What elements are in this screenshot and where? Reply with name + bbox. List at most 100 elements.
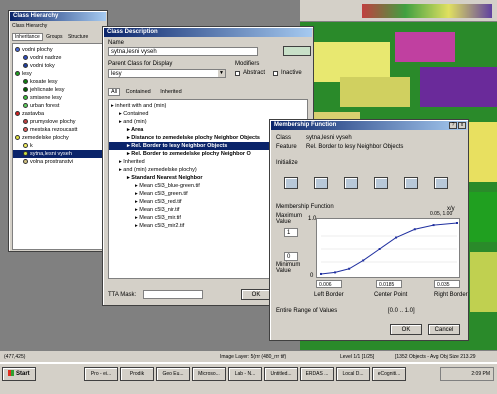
- tab-all[interactable]: All: [108, 88, 121, 96]
- abstract-checkbox[interactable]: [235, 71, 240, 76]
- taskbar-task[interactable]: Lab - N...: [228, 367, 262, 381]
- membership-ok-button[interactable]: OK: [390, 324, 422, 335]
- hierarchy-item-label: zemedelske plochy: [22, 135, 69, 141]
- curve-point[interactable]: [320, 272, 322, 275]
- membership-curve: [320, 222, 458, 275]
- taskbar-task[interactable]: Geo Eu...: [156, 367, 190, 381]
- right-border-field[interactable]: 0.035: [434, 280, 460, 288]
- taskbar-task[interactable]: Microso...: [192, 367, 226, 381]
- tab-inherited[interactable]: Inherited: [156, 89, 185, 95]
- curve-point[interactable]: [362, 259, 365, 262]
- ok-button[interactable]: OK: [241, 289, 271, 300]
- center-point-field[interactable]: 0.0185: [376, 280, 402, 288]
- hierarchy-tree[interactable]: vodni plochy vodni nadrze vodni toky lesy ko…: [12, 43, 106, 250]
- class-description-title: Class Description: [104, 28, 312, 37]
- curve-point[interactable]: [413, 228, 416, 231]
- taskbar-task[interactable]: eCogniti...: [372, 367, 406, 381]
- parent-class-select[interactable]: lesy: [108, 69, 226, 78]
- taskbar-task[interactable]: Local D...: [336, 367, 370, 381]
- description-tabs: All Contained Inherited: [108, 87, 298, 97]
- parent-class-label: Parent Class for Display: [108, 61, 173, 67]
- taskbar-task[interactable]: Untitled...: [264, 367, 298, 381]
- hierarchy-item[interactable]: kosate lesy: [13, 78, 105, 86]
- curve-point[interactable]: [395, 236, 398, 239]
- tta-mask-select[interactable]: [143, 290, 203, 299]
- hierarchy-item[interactable]: prumyslove plochy: [13, 118, 105, 126]
- hierarchy-item[interactable]: vodni plochy: [13, 46, 105, 54]
- initialize-label: Initialize: [276, 160, 298, 166]
- class-hierarchy-title: Class Hierarchy: [10, 12, 106, 21]
- y-axis-bottom-label: 0: [310, 273, 314, 279]
- close-icon[interactable]: x: [458, 122, 466, 129]
- class-color-icon: [15, 135, 20, 141]
- taskbar: Start Pro - ei... Prodik Geo Eu... Microso.…: [0, 362, 497, 394]
- feature-tree-label: inherit with and (min): [115, 103, 167, 109]
- left-border-field[interactable]: 0.006: [316, 280, 342, 288]
- abstract-label: Abstract: [243, 70, 266, 76]
- help-icon[interactable]: ?: [449, 122, 457, 129]
- thumbnail-strip[interactable]: [362, 4, 492, 18]
- point-label: 0.05, 1.00: [430, 211, 453, 217]
- feature-tree-item[interactable]: ▸ Contained: [109, 110, 307, 118]
- class-color-icon: [15, 71, 20, 77]
- init-shape-4-button[interactable]: [374, 177, 388, 189]
- inactive-checkbox[interactable]: [273, 71, 278, 76]
- hierarchy-item-label: volna prostranstvi: [30, 159, 74, 165]
- tab-inheritance[interactable]: Inheritance: [12, 33, 43, 41]
- init-shape-5-button[interactable]: [404, 177, 418, 189]
- curve-point[interactable]: [348, 267, 351, 270]
- start-label: Start: [16, 371, 30, 377]
- status-bar: (477,425) Image Layer: 5(rrr (480_rrr ti…: [0, 350, 497, 362]
- init-shape-2-button[interactable]: [314, 177, 328, 189]
- start-button[interactable]: Start: [2, 367, 36, 381]
- taskbar-task[interactable]: Pro - ei...: [84, 367, 118, 381]
- curve-point[interactable]: [456, 222, 458, 224]
- class-color-icon: [23, 151, 28, 157]
- membership-cancel-button[interactable]: Cancel: [428, 324, 460, 335]
- membership-chart[interactable]: [316, 218, 460, 278]
- range-label: Entire Range of Values: [276, 308, 338, 314]
- class-hierarchy-window: Class Hierarchy Class Hierarchy Inherita…: [8, 10, 108, 252]
- init-shape-3-button[interactable]: [344, 177, 358, 189]
- taskbar-task[interactable]: Prodik: [120, 367, 154, 381]
- curve-point[interactable]: [334, 271, 337, 274]
- hierarchy-item[interactable]: vodni nadrze: [13, 54, 105, 62]
- hierarchy-item[interactable]: sytna,lesni vyseh: [13, 150, 105, 158]
- feature-tree-item[interactable]: ▸ inherit with and (min): [109, 102, 307, 110]
- feature-tree-label: Rel. Border to lesy Neighbor Objects: [131, 143, 228, 149]
- tab-groups[interactable]: Groups: [44, 34, 64, 40]
- min-value-field[interactable]: 0: [284, 252, 298, 261]
- feature-tree-label: Inherited: [123, 159, 145, 165]
- class-value: sytna,lesni vyseh: [306, 135, 352, 141]
- max-value-field[interactable]: 1: [284, 228, 298, 237]
- hierarchy-item[interactable]: zastavba: [13, 110, 105, 118]
- tab-contained[interactable]: Contained: [122, 89, 155, 95]
- curve-point[interactable]: [432, 224, 435, 227]
- hierarchy-item[interactable]: jehlicnate lesy: [13, 86, 105, 94]
- hierarchy-item[interactable]: zemedelske plochy: [13, 134, 105, 142]
- feature-tree-label: and (min) zemedelske plochy): [123, 167, 197, 173]
- hierarchy-item[interactable]: mestska rezoucastt: [13, 126, 105, 134]
- feature-value: Rel. Border to lesy Neighbor Objects: [306, 144, 404, 150]
- hierarchy-item[interactable]: urban forest: [13, 102, 105, 110]
- hierarchy-item[interactable]: vodni toky: [13, 62, 105, 70]
- chevron-down-icon[interactable]: ▼: [218, 70, 225, 77]
- name-field[interactable]: sytna,lesni vyseh: [108, 47, 258, 56]
- clock: 2:09 PM: [471, 371, 490, 377]
- hierarchy-item[interactable]: volna prostranstvi: [13, 158, 105, 166]
- init-shape-1-button[interactable]: [284, 177, 298, 189]
- hierarchy-item[interactable]: smisene lesy: [13, 94, 105, 102]
- hierarchy-item-label: vodni plochy: [22, 47, 53, 53]
- init-shape-6-button[interactable]: [434, 177, 448, 189]
- feature-tree-label: Rel. Border to zemedelske plochy Neighbo…: [131, 151, 251, 157]
- tab-structure[interactable]: Structure: [66, 34, 90, 40]
- hierarchy-item[interactable]: k: [13, 142, 105, 150]
- hierarchy-menu-item[interactable]: Class Hierarchy: [12, 23, 47, 29]
- hierarchy-item[interactable]: lesy: [13, 70, 105, 78]
- class-color-icon: [23, 79, 28, 85]
- curve-point[interactable]: [378, 248, 381, 250]
- class-color-swatch[interactable]: [283, 46, 311, 56]
- taskbar-task[interactable]: ERDAS ...: [300, 367, 334, 381]
- class-color-icon: [23, 87, 28, 93]
- class-color-icon: [23, 63, 28, 69]
